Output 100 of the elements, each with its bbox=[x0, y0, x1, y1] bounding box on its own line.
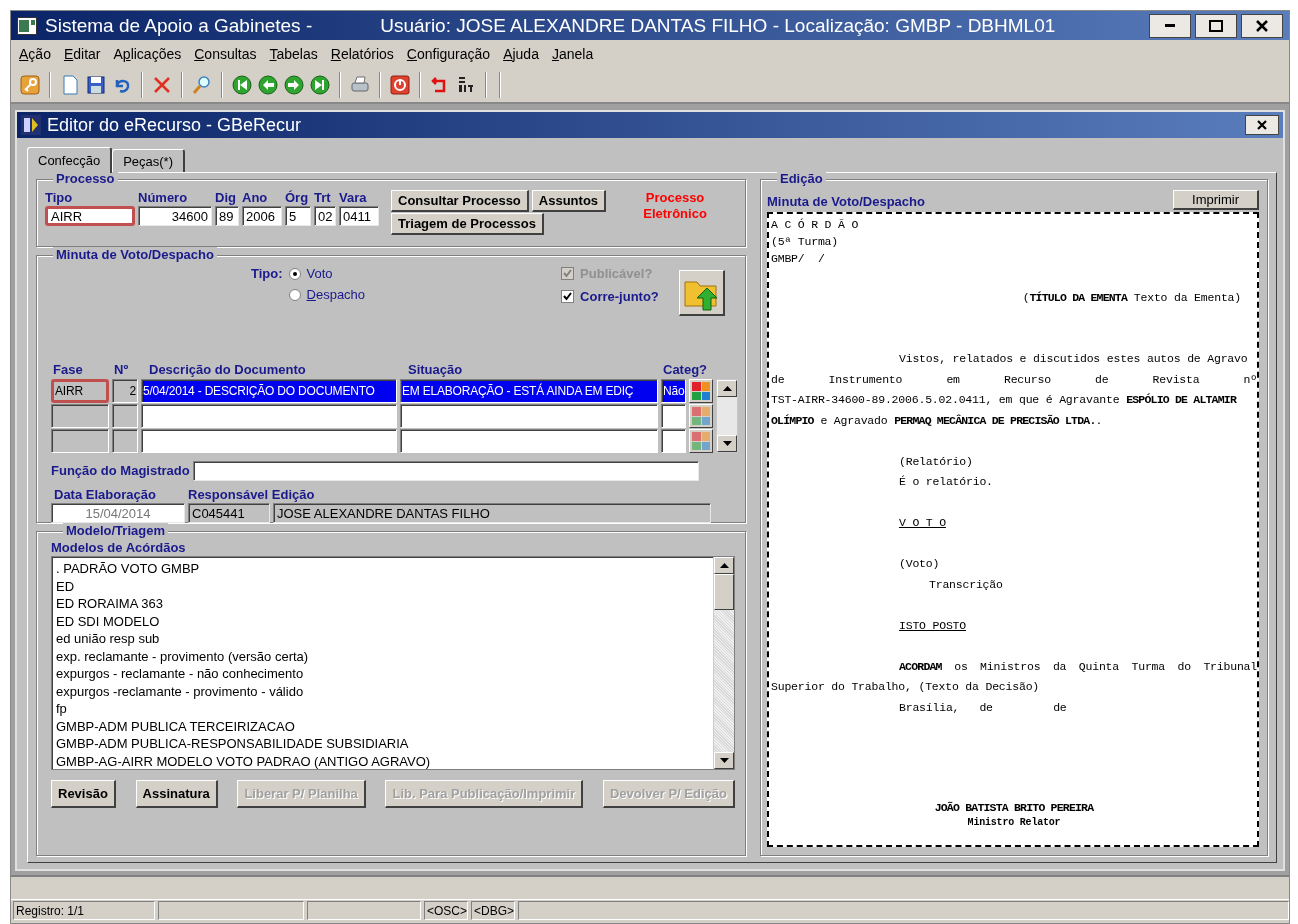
menu-item[interactable]: Configuração bbox=[406, 46, 491, 62]
key-icon[interactable] bbox=[19, 74, 41, 96]
list-item[interactable]: ed união resp sub bbox=[56, 630, 709, 648]
scroll-up-button[interactable] bbox=[717, 380, 737, 397]
triage-button[interactable]: Triagem de Processos bbox=[391, 213, 544, 235]
code-field: C045441 bbox=[188, 503, 270, 523]
input-field[interactable]: 0411 bbox=[339, 206, 379, 226]
list-item[interactable]: exp. reclamante - provimento (versão certa) bbox=[56, 647, 709, 665]
subjects-button[interactable]: Assuntos bbox=[531, 190, 607, 212]
menu-item[interactable]: Consultas bbox=[194, 46, 257, 62]
table-cell[interactable]: EM ELABORAÇÃO - ESTÁ AINDA EM EDIÇ bbox=[400, 379, 658, 403]
list-item[interactable]: expurgos - reclamante - não conhecimento bbox=[56, 665, 709, 683]
scrollbar[interactable] bbox=[713, 557, 734, 769]
radio-option[interactable]: Despacho bbox=[288, 287, 366, 302]
tab[interactable]: Confecção bbox=[27, 147, 113, 173]
radio-button[interactable] bbox=[288, 267, 301, 280]
radio-button[interactable] bbox=[288, 288, 301, 301]
print-button[interactable]: Imprimir bbox=[1173, 190, 1259, 210]
group-title: Edição bbox=[777, 171, 826, 187]
list-item[interactable]: ED bbox=[56, 577, 709, 595]
document-line: Superior do Trabalho, (Texto da Decisão) bbox=[771, 679, 1041, 695]
list-item[interactable]: ED SDI MODELO bbox=[56, 612, 709, 630]
close-button[interactable] bbox=[1241, 13, 1283, 38]
color-palette-button[interactable] bbox=[689, 404, 713, 428]
menu-item[interactable]: Ação bbox=[19, 46, 51, 62]
menu-item[interactable]: Ajuda bbox=[503, 46, 539, 62]
table-cell[interactable]: Não bbox=[661, 379, 686, 403]
list-item[interactable]: ED RORAIMA 363 bbox=[56, 595, 709, 613]
check-icon bbox=[563, 269, 573, 278]
document-line: Brasília, de de bbox=[898, 699, 1068, 716]
app-icon bbox=[21, 115, 41, 135]
close-icon bbox=[1257, 120, 1267, 130]
menu-item[interactable]: Janela bbox=[551, 46, 594, 62]
table-cell[interactable]: 5/04/2014 - DESCRIÇÃO DO DOCUMENTO bbox=[141, 379, 397, 403]
checkbox-option[interactable]: Corre-junto? bbox=[561, 289, 659, 304]
document-heading: ISTO POSTO bbox=[899, 618, 966, 632]
scroll-up-icon bbox=[719, 563, 729, 568]
maximize-button[interactable] bbox=[1195, 13, 1237, 38]
document-heading: V O T O bbox=[899, 516, 946, 529]
list-item[interactable]: expurgos -reclamante - provimento - válido bbox=[56, 682, 709, 700]
list-item[interactable]: fp bbox=[56, 700, 709, 718]
radio-option[interactable]: Voto bbox=[288, 266, 366, 281]
input-field[interactable] bbox=[192, 461, 699, 481]
scroll-down-icon bbox=[719, 758, 729, 763]
column-header: Descrição do Documento bbox=[148, 362, 307, 378]
menu-item[interactable]: Relatórios bbox=[330, 46, 394, 62]
table-cell: AIRR bbox=[51, 379, 109, 403]
first-icon[interactable] bbox=[231, 74, 253, 96]
next-icon[interactable] bbox=[283, 74, 305, 96]
table-cell[interactable] bbox=[400, 429, 658, 453]
electronic-process-notice: Processo Eletrônico bbox=[642, 190, 708, 222]
input-field[interactable]: 5 bbox=[285, 206, 311, 226]
menu-item[interactable]: Tabelas bbox=[269, 46, 318, 62]
scroll-down-icon bbox=[722, 441, 732, 446]
list-item[interactable]: . PADRÃO VOTO GMBP bbox=[56, 560, 709, 578]
list-label: Modelos de Acórdãos bbox=[51, 540, 187, 555]
table-cell[interactable] bbox=[141, 404, 397, 428]
document-line: (TÍTULO DA EMENTA Texto da Ementa) bbox=[1021, 289, 1242, 306]
table-cell[interactable] bbox=[400, 404, 658, 428]
document-line: (5ª Turma) bbox=[771, 234, 839, 250]
menu-item[interactable]: Editar bbox=[63, 46, 101, 62]
tab[interactable]: Peças(*) bbox=[112, 149, 185, 172]
checkbox[interactable] bbox=[561, 290, 575, 303]
power-icon[interactable] bbox=[389, 74, 411, 96]
list-item[interactable]: GMBP-ADM PUBLICA TERCEIRIZACAO bbox=[56, 717, 709, 735]
list-item[interactable]: GMBP-AG-AIRR MODELO VOTO PADRAO (ANTIGO AGRAVO) bbox=[56, 752, 709, 770]
group-title: Minuta de Voto/Despacho bbox=[53, 247, 217, 263]
input-field[interactable]: 2006 bbox=[242, 206, 282, 226]
close-button[interactable] bbox=[1245, 115, 1279, 135]
document-line: ACORDAM os Ministros da Quinta Turma do Tribunal bbox=[898, 658, 1257, 675]
folder-button[interactable] bbox=[678, 270, 725, 316]
scrollbar-thumb[interactable] bbox=[714, 574, 734, 610]
save-icon[interactable] bbox=[85, 74, 107, 96]
scrollbar[interactable] bbox=[716, 379, 738, 453]
document-line: Ministro Relator bbox=[966, 816, 1062, 829]
table-cell[interactable] bbox=[661, 404, 686, 428]
list-item[interactable]: GMBP-ADM PUBLICA-RESPONSABILIDADE SUBSIDIARIA bbox=[56, 735, 709, 753]
previous-icon[interactable] bbox=[257, 74, 279, 96]
scroll-down-button[interactable] bbox=[717, 435, 737, 452]
group-title: Modelo/Triagem bbox=[63, 523, 168, 539]
table-cell[interactable] bbox=[141, 429, 397, 453]
maximize-icon bbox=[1209, 19, 1223, 32]
scroll-up-button[interactable] bbox=[714, 557, 734, 574]
field-label: Data Elaboração bbox=[53, 487, 157, 502]
search-icon[interactable] bbox=[191, 74, 213, 96]
table-cell[interactable] bbox=[661, 429, 686, 453]
input-field[interactable]: 02 bbox=[314, 206, 336, 226]
consult-button[interactable]: Consultar Processo bbox=[391, 190, 529, 212]
input-field[interactable]: 34600 bbox=[138, 206, 212, 226]
input-field[interactable]: 89 bbox=[215, 206, 239, 226]
color-palette-button[interactable] bbox=[689, 429, 713, 453]
scroll-down-button[interactable] bbox=[714, 752, 734, 769]
menu-item[interactable]: Aplicações bbox=[113, 46, 182, 62]
last-icon[interactable] bbox=[309, 74, 331, 96]
field-label: Órg bbox=[285, 190, 310, 205]
minimize-button[interactable] bbox=[1149, 13, 1191, 38]
color-palette-button[interactable] bbox=[689, 379, 713, 403]
action-button[interactable]: Revisão bbox=[51, 780, 116, 808]
action-button[interactable]: Assinatura bbox=[135, 780, 218, 808]
input-field[interactable]: AIRR bbox=[45, 206, 135, 226]
